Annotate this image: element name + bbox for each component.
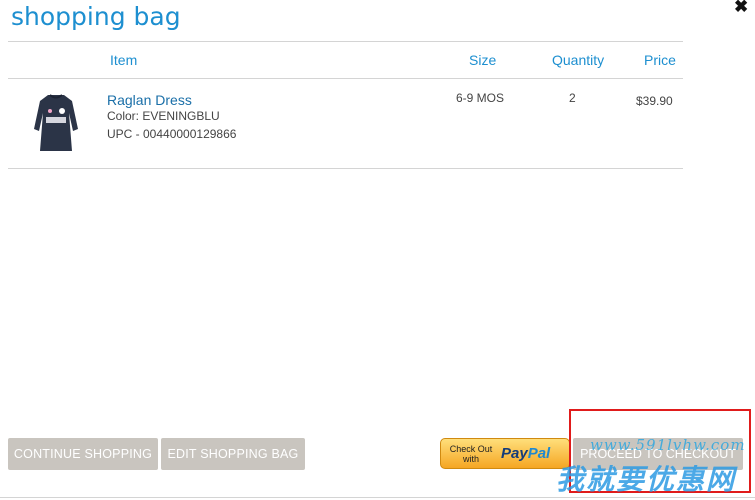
column-header-price: Price <box>644 52 676 68</box>
table-row: Raglan Dress Color: EVENINGBLU UPC - 004… <box>8 79 683 168</box>
bottom-divider <box>0 497 755 498</box>
paypal-checkout-button[interactable]: Check Out with PayPal <box>440 438 570 469</box>
product-upc: UPC - 00440000129866 <box>107 127 237 141</box>
product-name-link[interactable]: Raglan Dress <box>107 92 192 108</box>
watermark-text: 我就要优惠网 <box>556 464 737 495</box>
product-price: $39.90 <box>636 94 673 108</box>
paypal-logo: PayPal <box>501 445 550 462</box>
paypal-logo-pay: Pay <box>501 445 528 462</box>
product-quantity: 2 <box>569 91 576 105</box>
paypal-checkout-label: Check Out with <box>449 444 493 464</box>
close-icon[interactable]: ✖ <box>734 0 748 17</box>
column-header-item: Item <box>110 52 138 68</box>
table-header: Item Size Quantity Price <box>8 42 683 79</box>
cart-table: Item Size Quantity Price Raglan Dress Co… <box>8 41 683 169</box>
edit-shopping-bag-button[interactable]: EDIT SHOPPING BAG <box>161 438 305 470</box>
product-thumbnail[interactable] <box>28 91 84 155</box>
page-title: shopping bag <box>11 2 181 31</box>
column-header-size: Size <box>469 52 497 68</box>
continue-shopping-button[interactable]: CONTINUE SHOPPING <box>8 438 158 470</box>
product-size: 6-9 MOS <box>456 91 505 105</box>
paypal-logo-pal: Pal <box>527 445 551 462</box>
watermark-url: www.591lvhw.com <box>590 436 746 454</box>
column-header-quantity: Quantity <box>552 52 605 68</box>
product-color: Color: EVENINGBLU <box>107 109 220 123</box>
